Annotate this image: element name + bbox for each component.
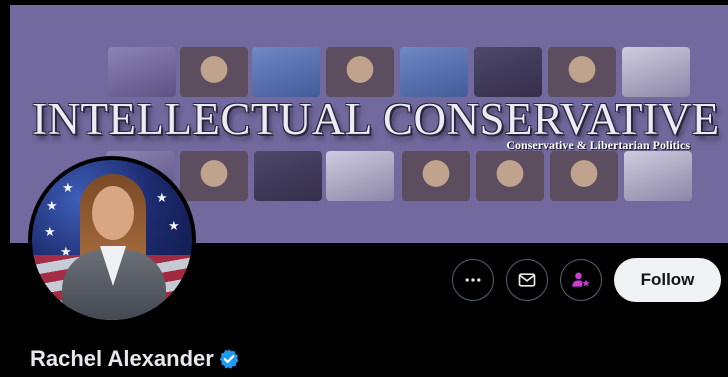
subscribe-button[interactable] [560, 259, 602, 301]
avatar-photo: ★ ★ ★ ★ ★ ★ [32, 160, 192, 320]
profile-actions: Follow [452, 258, 721, 302]
banner-subtitle: Conservative & Libertarian Politics [506, 138, 690, 152]
avatar[interactable]: ★ ★ ★ ★ ★ ★ [28, 156, 196, 324]
display-name: Rachel Alexander [30, 346, 214, 371]
more-button[interactable] [452, 259, 494, 301]
envelope-icon [518, 273, 536, 287]
follow-button[interactable]: Follow [614, 258, 721, 302]
profile-name-row: Rachel Alexander [30, 346, 240, 372]
verified-badge-icon[interactable] [218, 348, 240, 370]
profile-page: INTELLECTUAL CONSERVATIVE Conservative &… [0, 0, 728, 377]
message-button[interactable] [506, 259, 548, 301]
more-horizontal-icon [465, 278, 481, 282]
person-star-icon [572, 272, 590, 287]
